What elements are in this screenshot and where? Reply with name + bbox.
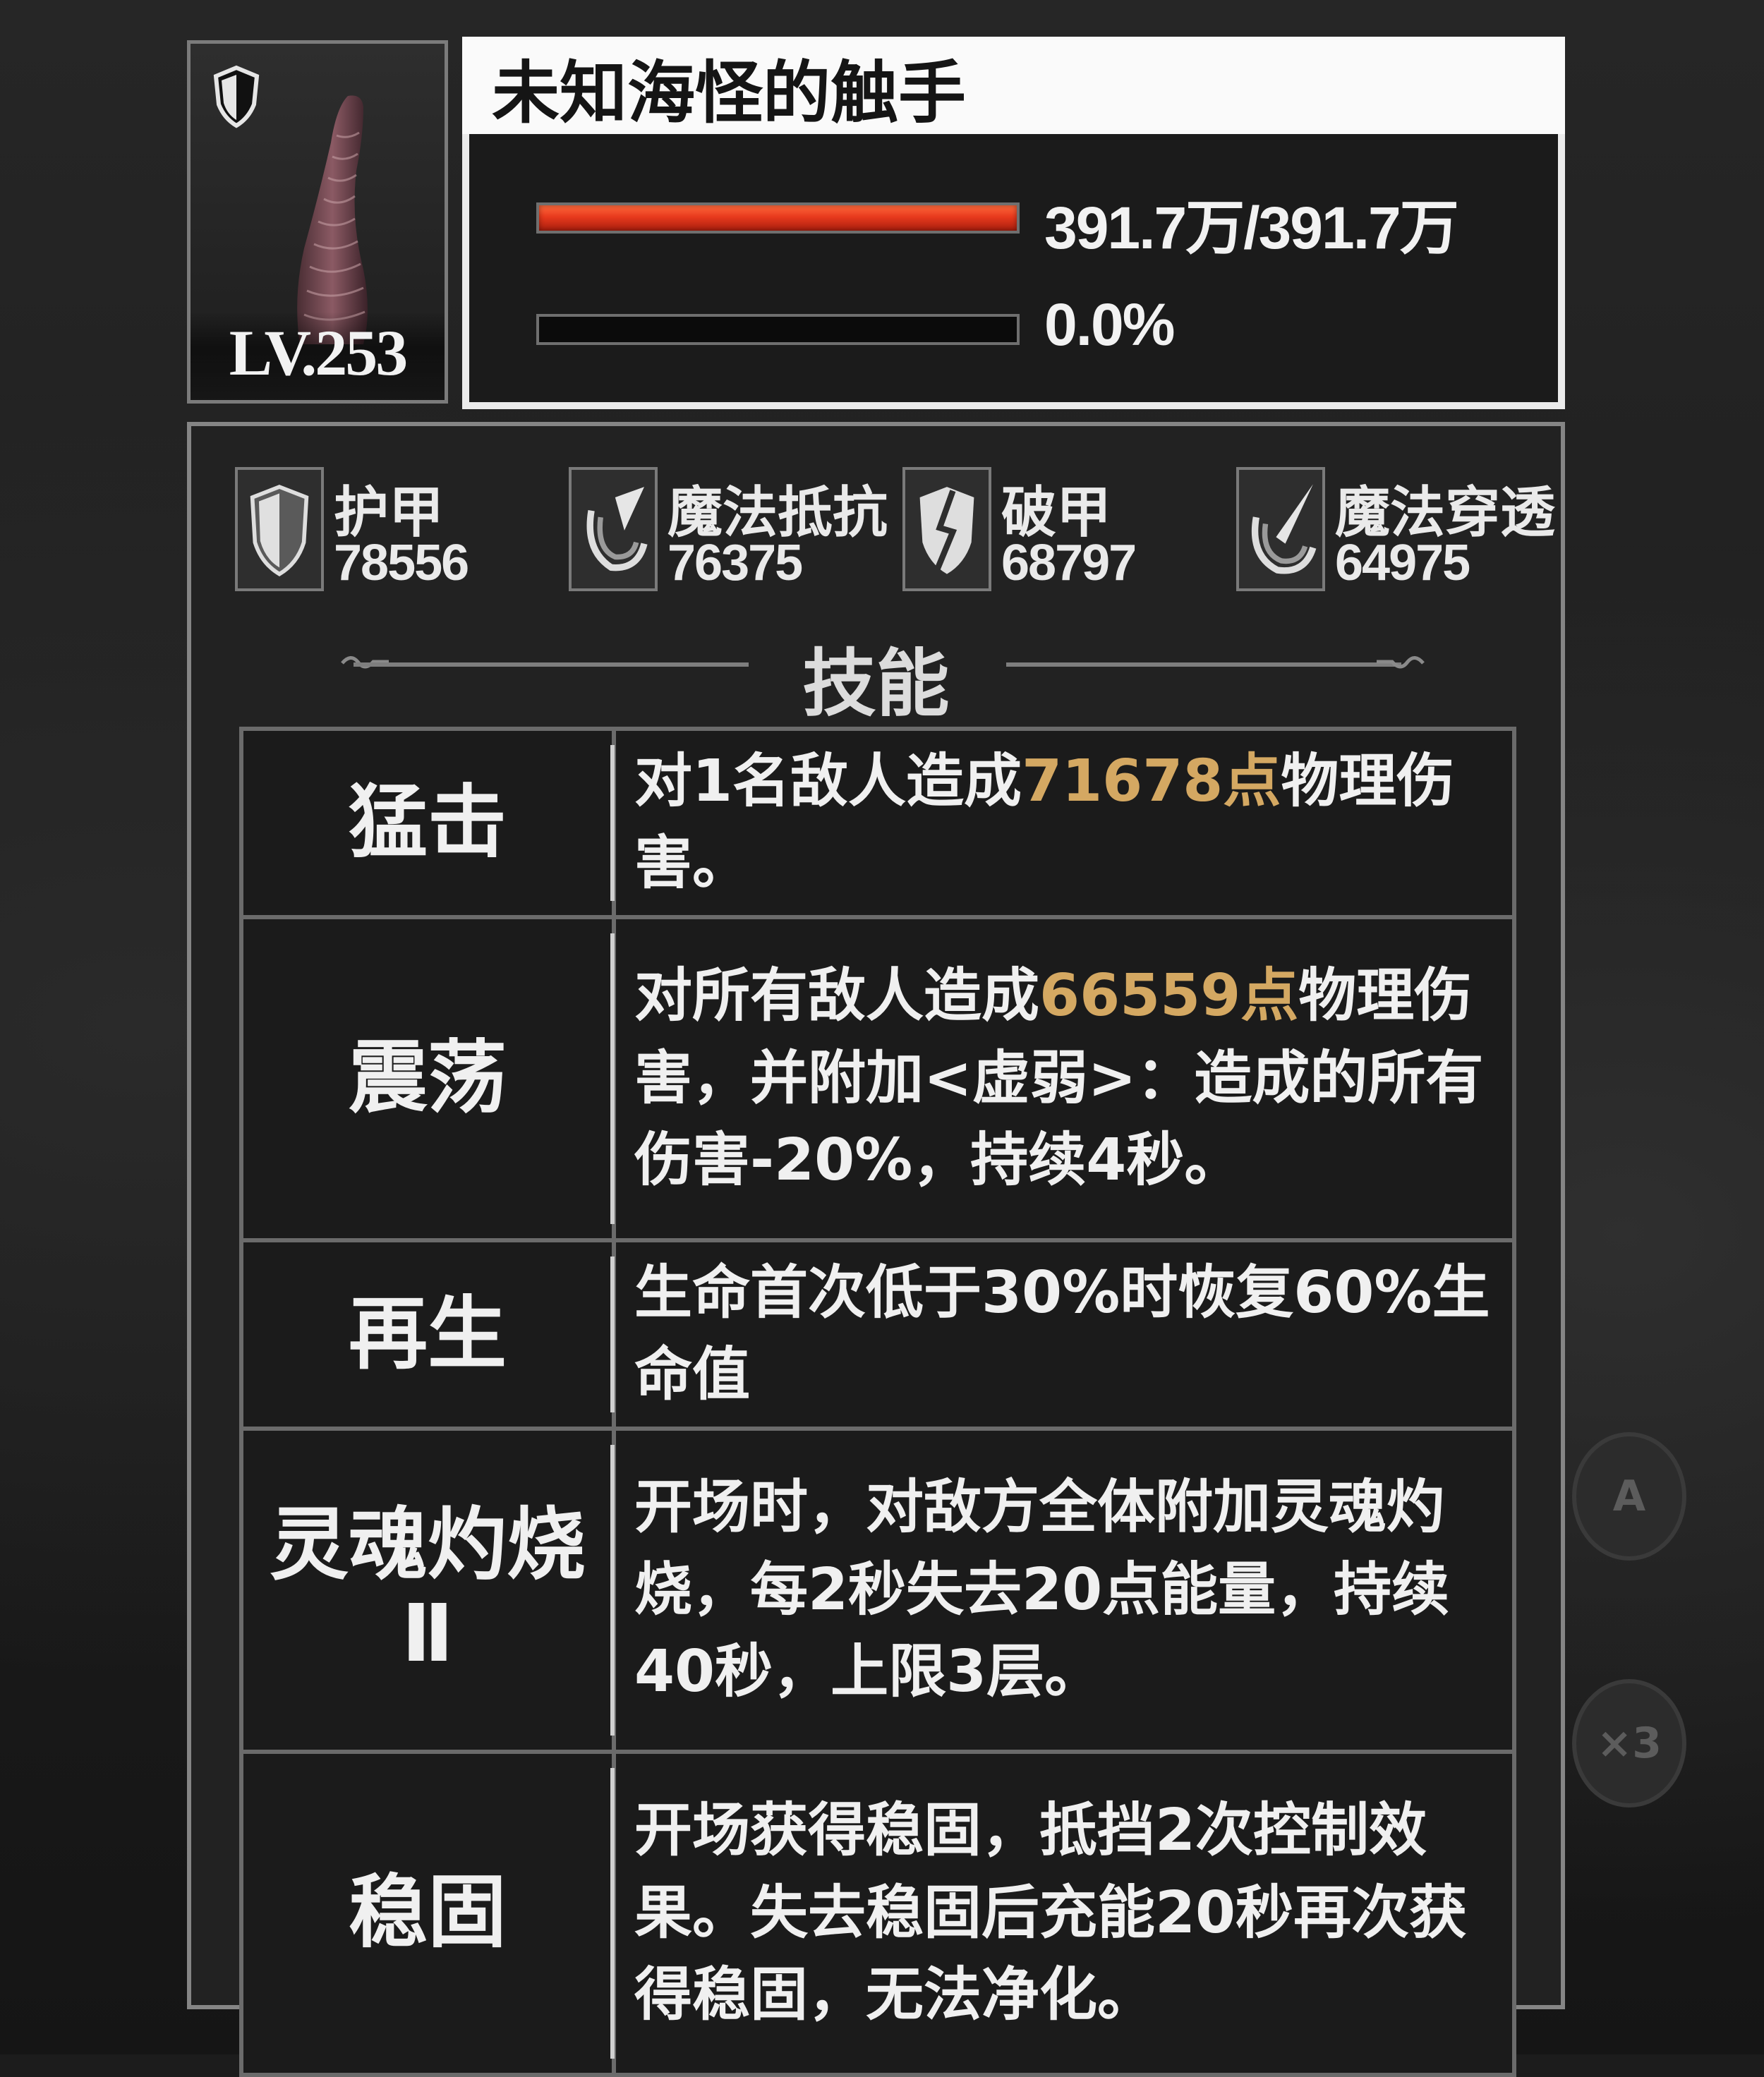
energy-value: 0.0% — [1044, 291, 1175, 358]
magic-resist-icon — [569, 467, 658, 591]
monster-level: LV.253 — [229, 317, 409, 389]
monster-name: 未知海怪的触手 — [492, 54, 966, 133]
shield-badge-icon — [213, 65, 260, 128]
skill-description: 对1名敌人造成71678点物理伤害。 — [612, 727, 1516, 919]
monster-portrait: LV.253 — [187, 40, 448, 404]
skills-table: 猛击 对1名敌人造成71678点物理伤害。 震荡 对所有敌人造成66559点物理… — [239, 727, 1516, 2077]
skill-name: 震荡 — [239, 914, 616, 1242]
skill-desc-text: 对1名敌人造成 — [634, 748, 1022, 815]
monster-detail-panel: 护甲 78556 魔法抵抗 76375 破甲 68797 魔法穿透 64975 … — [187, 422, 1565, 2077]
armor-shield-icon — [235, 467, 324, 591]
background-round-button-icon: A — [1572, 1432, 1686, 1561]
armor-break-icon — [902, 467, 991, 591]
energy-bar — [536, 314, 1020, 345]
stat-value: 68797 — [1001, 535, 1137, 591]
skills-divider: 技能 — [191, 617, 1561, 727]
skill-row: 猛击 对1名敌人造成71678点物理伤害。 — [239, 727, 1516, 919]
skill-name: 再生 — [239, 1237, 616, 1431]
stat-value: 76375 — [667, 535, 803, 591]
skill-name: 灵魂灼烧Ⅱ — [239, 1426, 616, 1754]
skills-heading: 技能 — [802, 641, 950, 727]
skill-desc-text: 开场时，对敌方全体附加灵魂灼烧，每2秒失去20点能量，持续40秒，上限3层。 — [634, 1474, 1450, 1705]
skill-description: 开场时，对敌方全体附加灵魂灼烧，每2秒失去20点能量，持续40秒，上限3层。 — [612, 1426, 1516, 1754]
monster-name-box: 未知海怪的触手 — [462, 37, 1565, 138]
skill-description: 对所有敌人造成66559点物理伤害，并附加<虚弱>：造成的所有伤害-20%，持续… — [612, 914, 1516, 1242]
skill-row: 再生 生命首次低于30%时恢复60%生命值 — [239, 1237, 1516, 1431]
stat-value: 64975 — [1335, 535, 1470, 591]
hp-value: 391.7万/391.7万 — [1044, 195, 1459, 261]
divider-ornament-icon — [1377, 656, 1425, 669]
hp-bar — [536, 202, 1020, 234]
skill-desc-text: 开场获得稳固，抵挡2次控制效果。失去稳固后充能20秒再次获得稳固，无法净化。 — [634, 1797, 1468, 2028]
background-speed-button-icon: ×3 — [1572, 1679, 1686, 1807]
divider-line — [1006, 662, 1401, 667]
magic-penetration-icon — [1236, 467, 1325, 591]
skill-description: 生命首次低于30%时恢复60%生命值 — [612, 1237, 1516, 1431]
skill-name: 稳固 — [239, 1749, 616, 2077]
skill-row: 稳固 开场获得稳固，抵挡2次控制效果。失去稳固后充能20秒再次获得稳固，无法净化… — [239, 1749, 1516, 2077]
skill-name: 猛击 — [239, 727, 616, 919]
skill-row: 灵魂灼烧Ⅱ 开场时，对敌方全体附加灵魂灼烧，每2秒失去20点能量，持续40秒，上… — [239, 1426, 1516, 1754]
skill-damage-value: 66559点 — [1039, 962, 1299, 1030]
skill-row: 震荡 对所有敌人造成66559点物理伤害，并附加<虚弱>：造成的所有伤害-20%… — [239, 914, 1516, 1242]
skill-description: 开场获得稳固，抵挡2次控制效果。失去稳固后充能20秒再次获得稳固，无法净化。 — [612, 1749, 1516, 2077]
skill-desc-text: 对所有敌人造成 — [634, 962, 1040, 1030]
status-bars-panel: 391.7万/391.7万 0.0% — [462, 134, 1565, 409]
skill-desc-text: 生命首次低于30%时恢复60%生命值 — [634, 1259, 1490, 1409]
hp-bar-fill — [539, 205, 1017, 231]
stat-value: 78556 — [334, 535, 469, 591]
skill-damage-value: 71678点 — [1022, 748, 1281, 815]
tentacle-icon — [297, 95, 368, 345]
